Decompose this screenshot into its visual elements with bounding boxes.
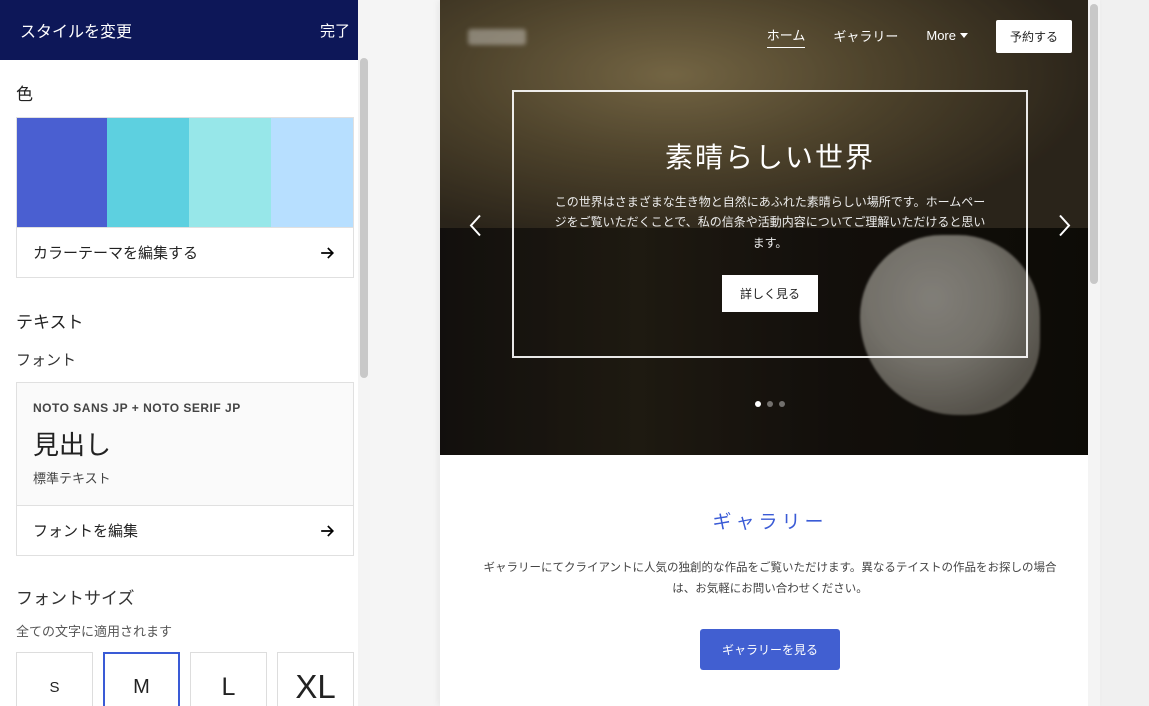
- edit-font-button[interactable]: フォントを編集: [16, 505, 354, 556]
- swatch-4[interactable]: [271, 118, 353, 227]
- gallery-text: ギャラリーにてクライアントに人気の独創的な作品をご覧いただけます。異なるテイスト…: [480, 558, 1060, 599]
- arrow-right-icon: [317, 521, 337, 541]
- font-size-buttons: S M L XL: [16, 652, 354, 706]
- font-label: フォント: [16, 349, 354, 370]
- preview-scrollbar[interactable]: [1088, 0, 1100, 706]
- carousel-next-button[interactable]: [1048, 203, 1082, 252]
- done-button[interactable]: 完了: [320, 20, 350, 41]
- hero-cta-button[interactable]: 詳しく見る: [722, 275, 818, 312]
- site-canvas: ホーム ギャラリー More 予約する 素晴らしい世界 この世界はさまざまな生き…: [440, 0, 1100, 706]
- color-swatches[interactable]: [16, 117, 354, 227]
- hero-title: 素晴らしい世界: [665, 136, 875, 176]
- nav-gallery[interactable]: ギャラリー: [833, 26, 898, 48]
- gallery-section: ギャラリー ギャラリーにてクライアントに人気の独創的な作品をご覧いただけます。異…: [440, 455, 1100, 700]
- nav-more[interactable]: More: [926, 28, 968, 46]
- color-section-label: 色: [16, 80, 354, 105]
- nav-more-label: More: [926, 28, 956, 43]
- site-nav: ホーム ギャラリー More 予約する: [440, 0, 1100, 73]
- font-body-sample: 標準テキスト: [33, 468, 337, 487]
- gutter: [370, 0, 440, 706]
- font-card: NOTO SANS JP + NOTO SERIF JP 見出し 標準テキスト: [16, 382, 354, 505]
- gallery-cta-button[interactable]: ギャラリーを見る: [700, 629, 840, 670]
- carousel-dots: [755, 401, 785, 407]
- text-section-label: テキスト: [16, 308, 354, 333]
- hero-section: ホーム ギャラリー More 予約する 素晴らしい世界 この世界はさまざまな生き…: [440, 0, 1100, 455]
- arrow-right-icon: [317, 243, 337, 263]
- swatch-3[interactable]: [189, 118, 271, 227]
- gallery-title: ギャラリー: [480, 507, 1060, 534]
- hero-text: この世界はさまざまな生き物と自然にあふれた素晴らしい場所です。ホームページをご覧…: [554, 192, 986, 253]
- font-heading-sample: 見出し: [33, 425, 337, 462]
- site-logo[interactable]: [468, 29, 526, 45]
- nav-items: ホーム ギャラリー More 予約する: [767, 20, 1072, 53]
- carousel-dot-1[interactable]: [755, 401, 761, 407]
- site-preview: ホーム ギャラリー More 予約する 素晴らしい世界 この世界はさまざまな生き…: [440, 0, 1100, 706]
- edit-font-label: フォントを編集: [33, 520, 138, 541]
- font-size-desc: 全ての文字に適用されます: [16, 621, 354, 640]
- edit-color-theme-button[interactable]: カラーテーマを編集する: [16, 227, 354, 278]
- sidebar-scroll-thumb[interactable]: [360, 58, 368, 378]
- sidebar-content: 色 カラーテーマを編集する テキスト フォント NOTO SANS JP + N…: [0, 60, 370, 706]
- size-btn-l[interactable]: L: [190, 652, 267, 706]
- chevron-down-icon: [960, 33, 968, 38]
- nav-home[interactable]: ホーム: [767, 25, 806, 48]
- swatch-1[interactable]: [17, 118, 107, 227]
- font-size-label: フォントサイズ: [16, 584, 354, 609]
- sidebar-scrollbar[interactable]: [358, 0, 370, 706]
- sidebar-title: スタイルを変更: [20, 18, 132, 42]
- sidebar-header: スタイルを変更 完了: [0, 0, 370, 60]
- size-btn-m[interactable]: M: [103, 652, 180, 706]
- size-btn-xl[interactable]: XL: [277, 652, 354, 706]
- carousel-dot-2[interactable]: [767, 401, 773, 407]
- style-sidebar: スタイルを変更 完了 色 カラーテーマを編集する テキスト フォント NOTO …: [0, 0, 370, 706]
- font-combo-name: NOTO SANS JP + NOTO SERIF JP: [33, 401, 337, 415]
- edit-color-theme-label: カラーテーマを編集する: [33, 242, 198, 263]
- swatch-2[interactable]: [107, 118, 189, 227]
- hero-content-box: 素晴らしい世界 この世界はさまざまな生き物と自然にあふれた素晴らしい場所です。ホ…: [512, 90, 1028, 358]
- carousel-dot-3[interactable]: [779, 401, 785, 407]
- carousel-prev-button[interactable]: [458, 203, 492, 252]
- nav-cta-button[interactable]: 予約する: [996, 20, 1072, 53]
- size-btn-s[interactable]: S: [16, 652, 93, 706]
